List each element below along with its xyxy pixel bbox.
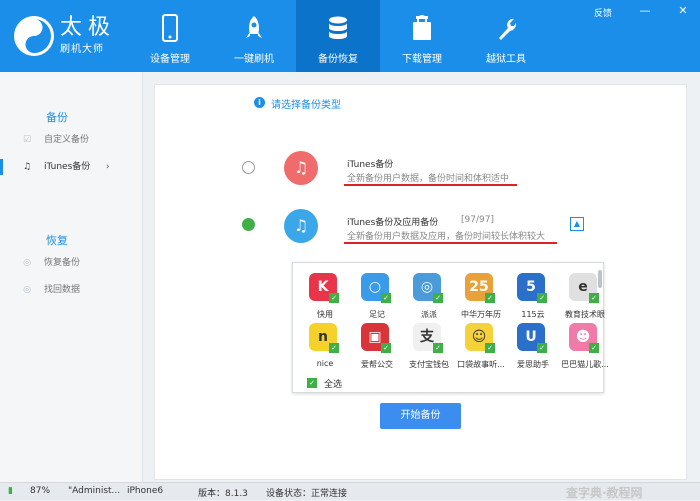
start-backup-button[interactable]: 开始备份	[380, 403, 461, 429]
watermark: 查字典·教程网	[566, 486, 643, 500]
device-model: iPhone6	[127, 486, 164, 496]
app-name: 爱帮公交	[361, 360, 393, 369]
battery-level: 87%	[30, 486, 51, 496]
phone-icon	[162, 14, 178, 42]
nav-label: 下载管理	[402, 54, 442, 65]
app-item[interactable]: n ✓ nice	[296, 323, 348, 373]
sidebar-section-backup: 备份	[46, 111, 68, 124]
sidebar-item-restore-backup[interactable]: ◎ 恢复备份	[0, 251, 143, 275]
check-icon[interactable]: ✓	[433, 293, 443, 303]
app-item[interactable]: 支 ✓ 支付宝钱包	[400, 323, 452, 373]
close-icon[interactable]: ✕	[676, 4, 690, 18]
sidebar-item-itunes-backup[interactable]: ♫ iTunes备份 ›	[0, 155, 143, 179]
firmware-version: 版本：8.1.3	[198, 489, 248, 499]
info-icon: i	[254, 97, 265, 108]
app-item[interactable]: 5 ✓ 115云	[504, 273, 556, 323]
page-title: 请选择备份类型	[271, 100, 341, 111]
app-logo	[14, 16, 54, 56]
app-item[interactable]: ▣ ✓ 爱帮公交	[348, 323, 400, 373]
sidebar-item-recover-data[interactable]: ◎ 找回数据	[0, 278, 143, 302]
check-icon[interactable]: ✓	[485, 293, 495, 303]
app-subtitle: 刷机大师	[60, 44, 104, 55]
shopping-bag-icon	[413, 15, 431, 40]
sidebar-item-custom-backup[interactable]: ☑ 自定义备份	[0, 128, 143, 152]
check-icon[interactable]: ✓	[433, 343, 443, 353]
check-icon[interactable]: ✓	[537, 293, 547, 303]
chevron-right-icon: ›	[106, 162, 110, 172]
battery-icon: ▮	[8, 486, 13, 496]
sidebar-section-restore: 恢复	[46, 234, 68, 247]
music-note-icon: ♫	[284, 209, 318, 243]
app-item[interactable]: ☻ ✓ 巴巴猫儿歌...	[556, 323, 609, 373]
device-status: 设备状态：正常连接	[266, 489, 348, 499]
radio-itunes-app-backup[interactable]	[242, 218, 255, 231]
nav-jailbreak-tools[interactable]: 越狱工具	[464, 0, 548, 72]
app-item[interactable]: K ✓ 快用	[296, 273, 348, 323]
device-name: "Administ...	[68, 486, 121, 496]
app-name: 巴巴猫儿歌...	[561, 360, 609, 369]
app-name: 教育技术眼	[565, 310, 605, 319]
sidebar-item-label: 找回数据	[44, 285, 81, 295]
nav-backup-restore[interactable]: 备份恢复	[296, 0, 380, 72]
app-item[interactable]: e ✓ 教育技术眼	[556, 273, 608, 323]
check-icon[interactable]: ✓	[589, 343, 599, 353]
app-item[interactable]: ☺ ✓ 口袋故事听...	[452, 323, 505, 373]
option-title: iTunes备份	[347, 160, 394, 170]
app-name: 口袋故事听...	[457, 360, 505, 369]
feedback-link[interactable]: 反馈	[594, 6, 612, 19]
nav-download-manage[interactable]: 下载管理	[380, 0, 464, 72]
rocket-icon	[246, 16, 262, 38]
app-name: 足记	[369, 310, 385, 319]
nav-label: 越狱工具	[486, 54, 526, 65]
app-item[interactable]: 25 ✓ 中华万年历	[452, 273, 504, 323]
sidebar-item-label: 恢复备份	[44, 258, 81, 268]
radio-itunes-backup[interactable]	[242, 161, 255, 174]
music-note-icon: ♫	[22, 162, 32, 172]
red-underline	[344, 184, 517, 186]
nav-one-click-flash[interactable]: 一键刷机	[212, 0, 296, 72]
check-icon[interactable]: ✓	[589, 293, 599, 303]
checkbox-icon: ☑	[22, 135, 32, 145]
wrench-icon	[499, 18, 517, 40]
minimize-icon[interactable]: —	[638, 4, 652, 18]
target-icon: ◎	[23, 258, 31, 268]
option-description: 全新备份用户数据及应用，备份时间较长体积较大	[347, 232, 546, 242]
sidebar-item-label: iTunes备份	[44, 162, 91, 172]
app-name: 爱思助手	[517, 360, 549, 369]
nav-label: 设备管理	[150, 54, 190, 65]
app-name: 快用	[317, 310, 333, 319]
app-item[interactable]: ◎ ✓ 派派	[400, 273, 452, 323]
app-name: 支付宝钱包	[409, 360, 449, 369]
app-item[interactable]: ○ ✓ 足记	[348, 273, 400, 323]
nav-device-manage[interactable]: 设备管理	[128, 0, 212, 72]
check-icon[interactable]: ✓	[329, 293, 339, 303]
check-icon[interactable]: ✓	[537, 343, 547, 353]
check-icon[interactable]: ✓	[381, 343, 391, 353]
app-name: 115云	[521, 310, 545, 319]
chevron-up-icon[interactable]: ▲	[570, 217, 584, 231]
check-icon[interactable]: ✓	[381, 293, 391, 303]
app-name: 派派	[421, 310, 437, 319]
red-underline	[344, 242, 557, 244]
check-icon[interactable]: ✓	[485, 343, 495, 353]
app-name: nice	[316, 359, 334, 368]
select-all-checkbox[interactable]: ✓	[307, 378, 317, 388]
option-description: 全新备份用户数据，备份时间和体积适中	[347, 174, 510, 184]
select-all-label: 全选	[324, 380, 343, 390]
database-icon	[329, 16, 347, 39]
nav-label: 一键刷机	[234, 54, 274, 65]
sidebar-item-label: 自定义备份	[44, 135, 90, 145]
app-name: 中华万年历	[461, 310, 501, 319]
nav-label: 备份恢复	[318, 54, 358, 65]
check-icon[interactable]: ✓	[329, 343, 339, 353]
option-title: iTunes备份及应用备份	[347, 218, 439, 228]
music-note-icon: ♫	[284, 151, 318, 185]
app-item[interactable]: U ✓ 爱思助手	[504, 323, 556, 373]
app-count: [97/97]	[461, 215, 494, 225]
target-icon: ◎	[23, 285, 31, 295]
app-title: 太极	[60, 15, 117, 40]
